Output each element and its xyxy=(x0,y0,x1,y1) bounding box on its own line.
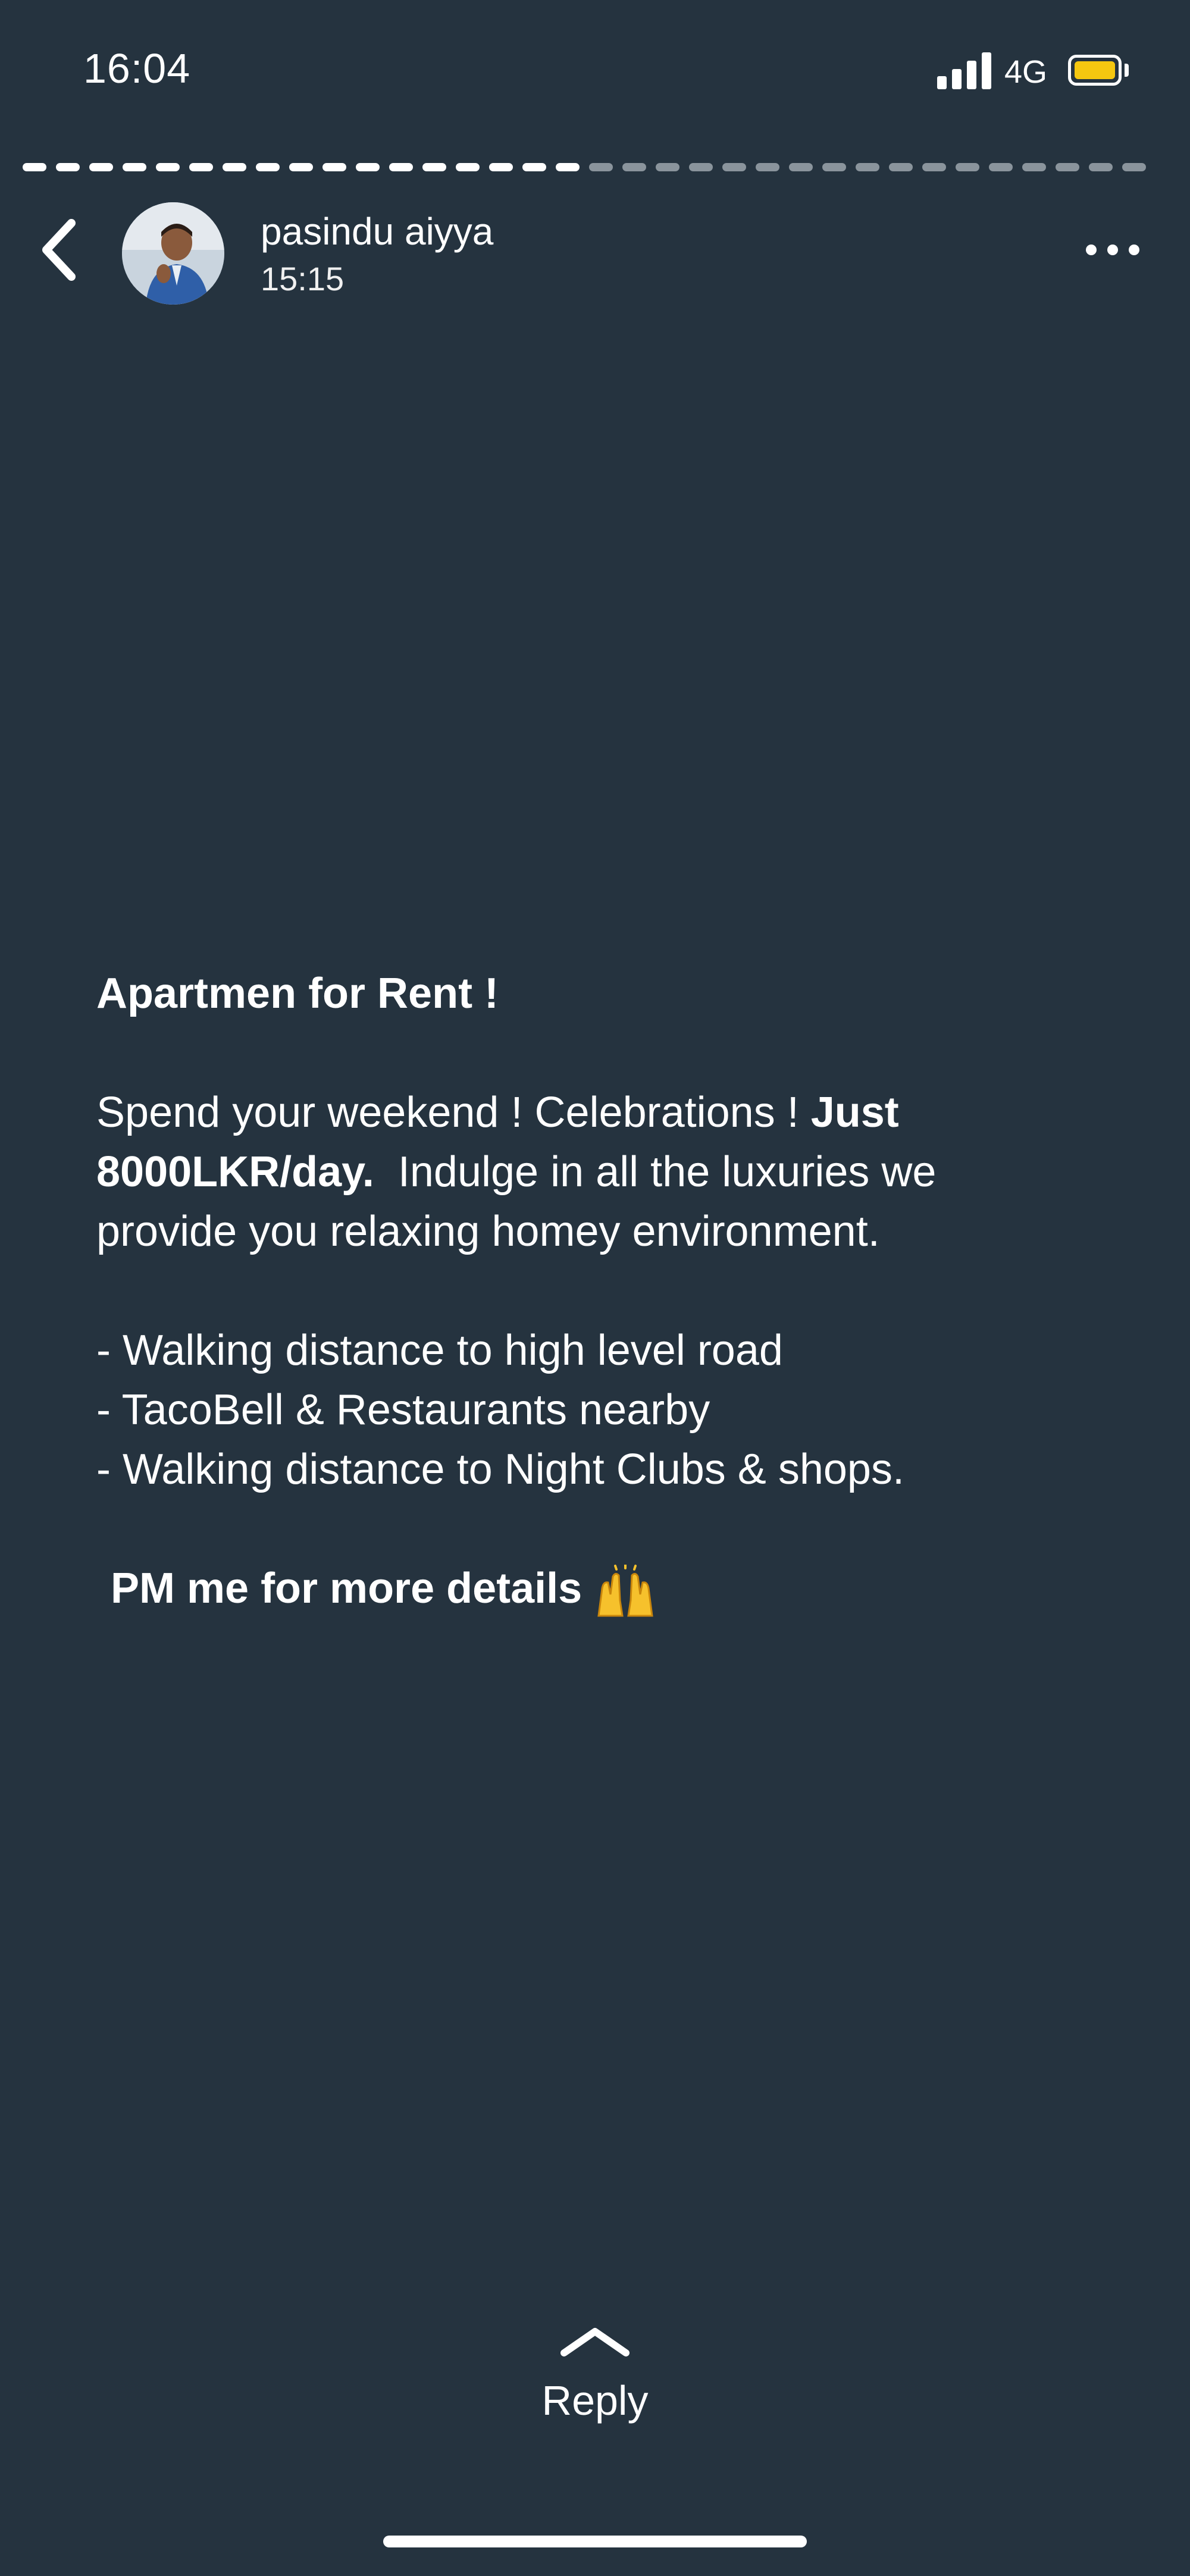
bullet-item: - TacoBell & Restaurants nearby xyxy=(96,1386,710,1434)
progress-segment-viewed xyxy=(89,163,113,171)
progress-segment-viewed xyxy=(23,163,46,171)
progress-segment-viewed xyxy=(189,163,213,171)
battery-cap xyxy=(1125,64,1129,77)
progress-segment-remaining xyxy=(1089,163,1113,171)
message-line-2: 8000LKR/day. Indulge in all the luxuries… xyxy=(96,1142,936,1202)
back-chevron-icon[interactable] xyxy=(36,214,83,286)
message-line-2-text: Indulge in all the luxuries we xyxy=(374,1148,937,1196)
raising-hands-emoji-icon xyxy=(597,1564,653,1617)
username[interactable]: pasindu aiyya xyxy=(261,209,493,253)
progress-segment-viewed xyxy=(389,163,413,171)
bullet-item: - Walking distance to high level road xyxy=(96,1327,783,1374)
avatar-image xyxy=(122,202,224,305)
progress-segment-viewed xyxy=(556,163,580,171)
progress-segment-viewed xyxy=(223,163,246,171)
progress-segment-remaining xyxy=(756,163,779,171)
progress-segment-viewed xyxy=(522,163,546,171)
progress-segment-remaining xyxy=(856,163,879,171)
cellular-signal-icon xyxy=(937,52,991,89)
progress-segment-remaining xyxy=(1056,163,1079,171)
reply-button[interactable]: Reply xyxy=(0,2377,1190,2424)
progress-segment-viewed xyxy=(123,163,146,171)
progress-segment-remaining xyxy=(1022,163,1046,171)
progress-segment-remaining xyxy=(656,163,679,171)
progress-segment-remaining xyxy=(589,163,613,171)
progress-segment-remaining xyxy=(889,163,913,171)
progress-segment-viewed xyxy=(256,163,280,171)
post-time: 15:15 xyxy=(261,260,345,297)
progress-segment-viewed xyxy=(156,163,180,171)
progress-segment-viewed xyxy=(356,163,380,171)
reply-chevron-up-icon[interactable] xyxy=(553,2323,637,2359)
more-options-icon[interactable] xyxy=(1083,238,1142,262)
progress-segment-viewed xyxy=(322,163,346,171)
progress-segment-remaining xyxy=(822,163,846,171)
progress-segment-viewed xyxy=(456,163,480,171)
progress-segment-remaining xyxy=(989,163,1013,171)
progress-segment-remaining xyxy=(622,163,646,171)
progress-segment-remaining xyxy=(1122,163,1146,171)
message-cta: PM me for more details xyxy=(111,1559,658,1618)
network-type: 4G xyxy=(1004,54,1048,90)
progress-segment-remaining xyxy=(789,163,813,171)
avatar[interactable] xyxy=(122,202,224,305)
message-title: Apartmen for Rent ! xyxy=(96,970,499,1017)
progress-segment-remaining xyxy=(722,163,746,171)
message-line-3: provide you relaxing homey environment. xyxy=(96,1208,880,1255)
story-progress-bar xyxy=(23,163,1146,171)
progress-segment-remaining xyxy=(956,163,979,171)
progress-segment-viewed xyxy=(289,163,313,171)
message-line-1-bold: Just xyxy=(810,1089,899,1136)
message-cta-text: PM me for more details xyxy=(111,1565,583,1612)
message-line-1: Spend your weekend ! Celebrations ! Just xyxy=(96,1083,899,1142)
progress-segment-viewed xyxy=(422,163,446,171)
message-line-1-text: Spend your weekend ! Celebrations ! xyxy=(96,1089,811,1136)
status-time: 16:04 xyxy=(83,45,191,92)
message-price: 8000LKR/day. xyxy=(96,1148,374,1196)
battery-icon xyxy=(1068,55,1122,86)
progress-segment-viewed xyxy=(489,163,513,171)
bullet-item: - Walking distance to Night Clubs & shop… xyxy=(96,1446,904,1493)
progress-segment-remaining xyxy=(922,163,946,171)
home-indicator[interactable] xyxy=(383,2536,807,2547)
progress-segment-viewed xyxy=(56,163,80,171)
progress-segment-remaining xyxy=(689,163,713,171)
